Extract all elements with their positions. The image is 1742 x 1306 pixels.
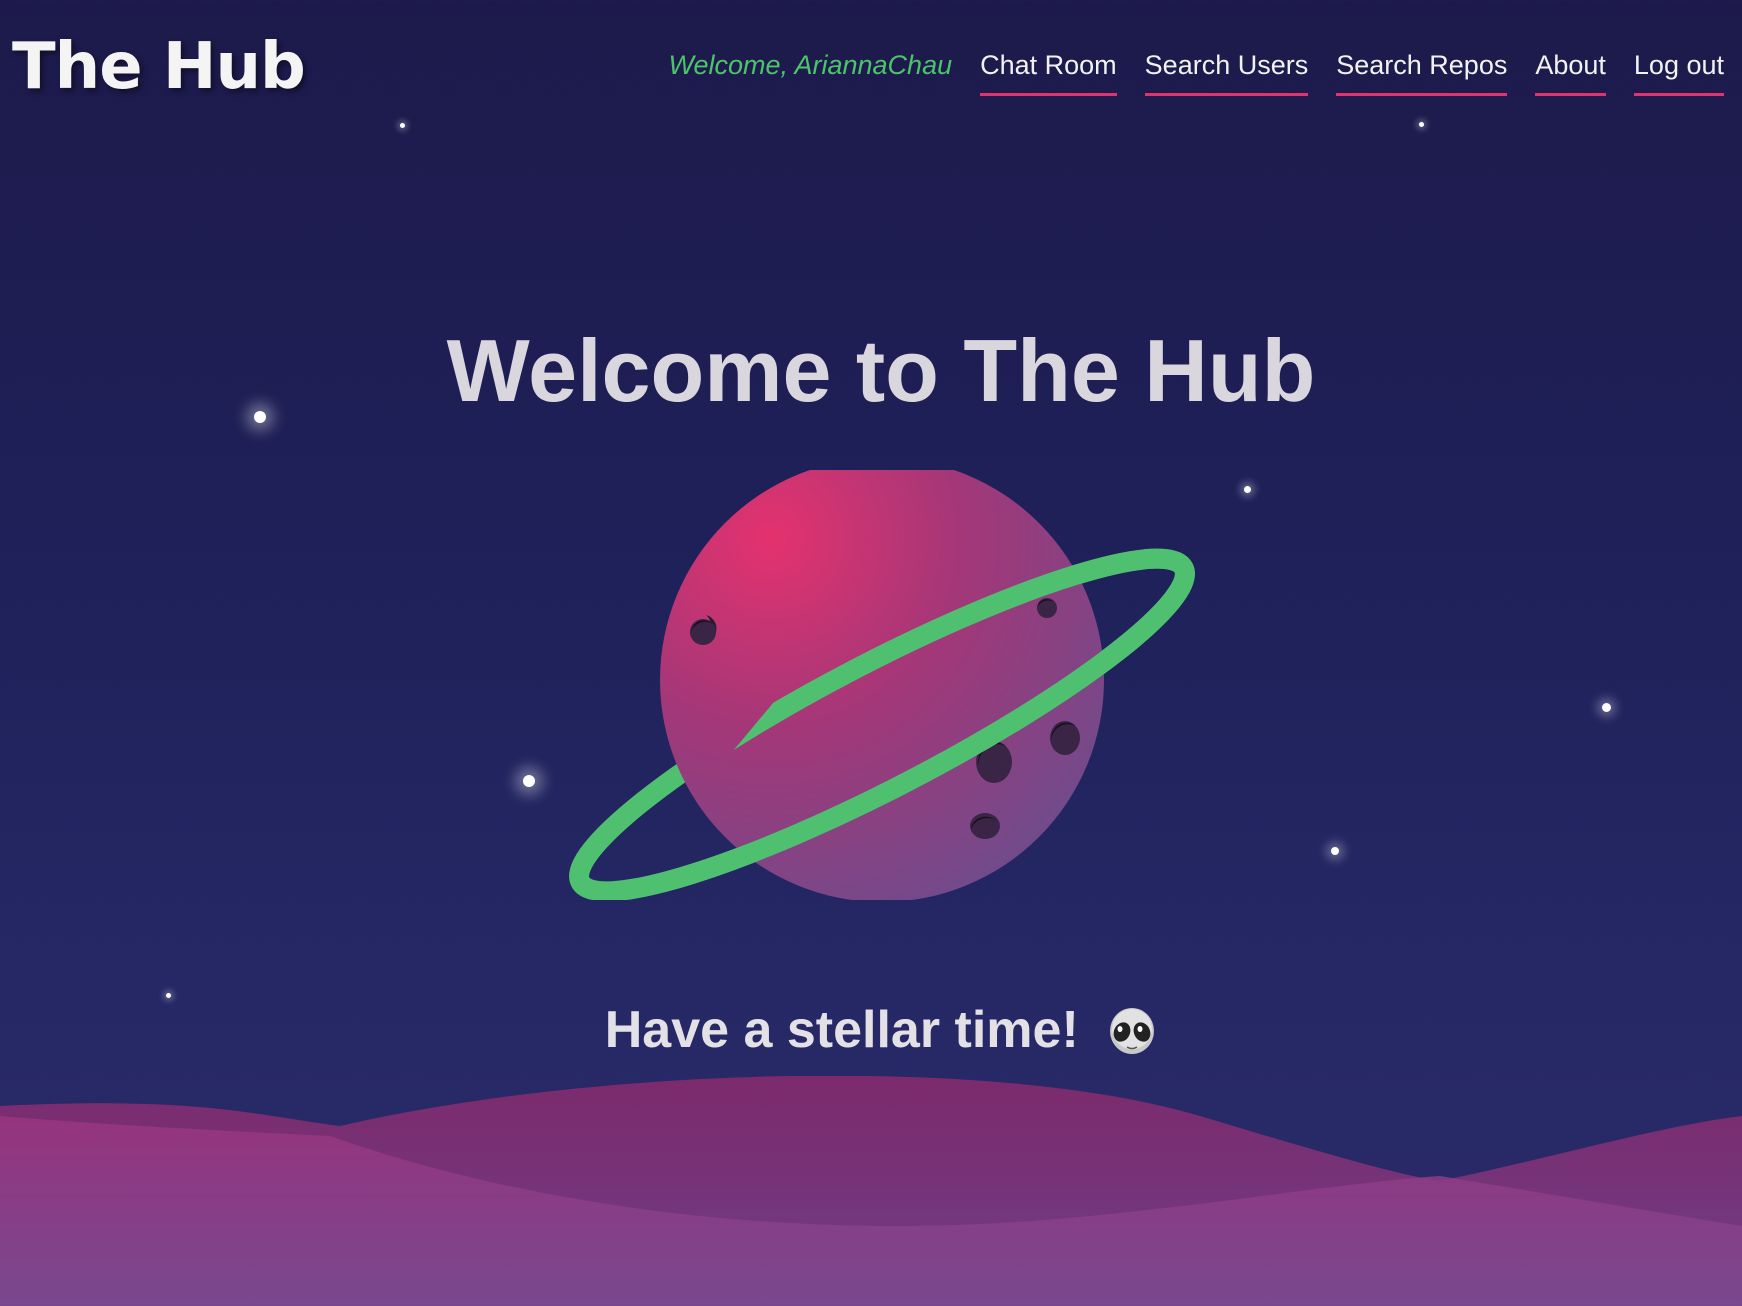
ringed-planet-icon bbox=[569, 470, 1195, 900]
nav-log-out[interactable]: Log out bbox=[1633, 50, 1724, 96]
planet-body bbox=[660, 470, 1104, 900]
alien-icon bbox=[1110, 1008, 1155, 1055]
site-logo[interactable]: The Hub bbox=[12, 30, 306, 104]
star bbox=[166, 993, 171, 998]
welcome-user-text: Welcome, AriannaChau bbox=[668, 50, 953, 80]
tagline-text: Have a stellar time! bbox=[604, 1001, 1079, 1059]
star bbox=[400, 123, 405, 128]
hero-title: Welcome to The Hub bbox=[446, 321, 1316, 420]
star bbox=[1331, 847, 1339, 855]
nav-about[interactable]: About bbox=[1535, 50, 1606, 96]
nav-search-users[interactable]: Search Users bbox=[1144, 50, 1309, 96]
hills-landscape bbox=[0, 1076, 1742, 1306]
nav-chat-room[interactable]: Chat Room bbox=[980, 50, 1117, 96]
tagline: Have a stellar time! bbox=[0, 1000, 1742, 1060]
space-scene: The Hub Welcome, AriannaChau Chat Room S… bbox=[0, 0, 1742, 1306]
nav-search-repos[interactable]: Search Repos bbox=[1336, 50, 1508, 96]
star bbox=[1602, 703, 1611, 712]
top-navigation: Welcome, AriannaChau Chat Room Search Us… bbox=[668, 50, 1724, 96]
star bbox=[1419, 122, 1424, 127]
